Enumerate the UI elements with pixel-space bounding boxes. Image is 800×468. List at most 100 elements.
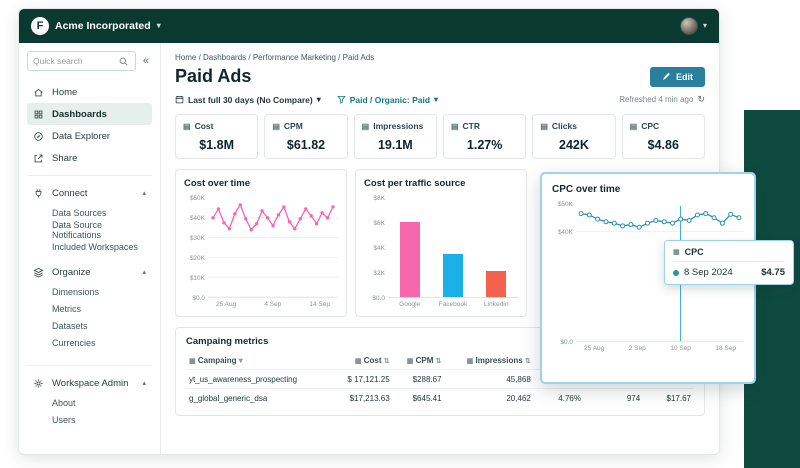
refresh-icon[interactable]: ↻ (697, 94, 705, 105)
search-icon (118, 55, 130, 67)
sidebar-section-label: Organize (52, 266, 91, 278)
cost-per-traffic-source-card: Cost per traffic source $0.0 $2K $4K $6K $8K… (355, 169, 527, 317)
table-row[interactable]: g_global_generic_dsa $17,213.63 $645.41 … (186, 388, 694, 407)
date-range-label: Last full 30 days (No Compare) (188, 94, 313, 105)
sidebar-item-label: Dimensions (52, 286, 100, 297)
home-icon (33, 86, 45, 98)
dashboards-icon (33, 108, 45, 120)
x-axis-labels: Google Facebook LinkedIn (399, 301, 509, 308)
metric-icon: ▤ (450, 121, 459, 131)
sidebar-item-dimensions[interactable]: Dimensions (27, 283, 152, 300)
kpi-value: 19.1M (377, 138, 413, 152)
sidebar-section-connect[interactable]: Connect ▴ (27, 182, 152, 204)
metric-icon: ▤ (183, 121, 191, 131)
sidebar-item-dashboards[interactable]: Dashboards (27, 103, 152, 125)
kpi-label: CPC (641, 121, 660, 131)
chevron-down-icon: ▾ (702, 21, 707, 30)
column-header-cost[interactable]: ▦ Cost ⇅ (331, 352, 392, 370)
chevron-up-icon: ▴ (142, 269, 146, 276)
paid-organic-label: Paid / Organic: Paid (349, 94, 431, 105)
kpi-card-impressions: ▤ Impressions 19.1M (353, 114, 437, 159)
search-input[interactable] (33, 56, 114, 66)
column-header-cpm[interactable]: ▦ CPM ⇅ (393, 352, 445, 370)
sidebar-collapse-button[interactable]: « (140, 55, 152, 67)
sidebar-divider (27, 175, 152, 176)
chart-title: CPC over time (552, 184, 621, 195)
sidebar-section-label: Workspace Admin (52, 377, 129, 389)
sidebar-item-data-sources[interactable]: Data Sources (27, 204, 152, 221)
cell-cpm: $645.41 (392, 388, 445, 407)
org-switcher[interactable]: F Acme Incorporated ▾ (31, 17, 161, 35)
sidebar-item-about[interactable]: About (27, 394, 152, 411)
breadcrumb[interactable]: Home / Dashboards / Performance Marketin… (175, 53, 705, 62)
avatar (679, 17, 698, 35)
kpi-label: CTR (462, 121, 481, 131)
sidebar-item-label: Data Source Notifications (52, 219, 103, 240)
y-axis-labels: $0.0 $40K $50K (557, 201, 573, 346)
column-header-campaign[interactable]: ▦ Campaing ▾ (186, 352, 331, 370)
column-icon: ▦ (189, 358, 196, 365)
metric-icon: ▦ (673, 249, 680, 256)
sidebar-item-label: Users (52, 414, 76, 425)
chevron-up-icon: ▴ (142, 190, 146, 197)
cell-campaign: g_global_generic_dsa (186, 388, 332, 407)
metric-icon: ▤ (361, 121, 370, 131)
search-box (27, 51, 136, 71)
sidebar-item-data-source-notifications[interactable]: Data Source Notifications (27, 219, 152, 240)
chevron-down-icon: ▾ (434, 94, 439, 104)
sidebar-item-share[interactable]: Share (27, 147, 152, 169)
page-title: Paid Ads (175, 66, 252, 86)
funnel-icon (337, 96, 346, 104)
sidebar-section-organize[interactable]: Organize ▴ (27, 261, 152, 283)
chart-tooltip: ▦ CPC 8 Sep 2024 $4.75 (664, 240, 794, 285)
column-header-impressions[interactable]: ▦ Impressions ⇅ (445, 352, 534, 370)
column-icon: ▦ (406, 358, 414, 365)
kpi-value: $61.82 (286, 138, 326, 152)
cell-cpm: $288.67 (392, 369, 445, 389)
bar-google[interactable] (399, 221, 420, 297)
sidebar-item-included-workspaces[interactable]: Included Workspaces (27, 238, 152, 255)
kpi-card-ctr: ▤ CTR 1.27% (442, 114, 527, 159)
date-range-filter[interactable]: Last full 30 days (No Compare) ▾ (175, 95, 321, 105)
chart-title: Cost per traffic source (364, 178, 466, 189)
chevron-down-icon: ▾ (156, 21, 161, 30)
kpi-label: Cost (194, 121, 214, 131)
tooltip-series-label: CPC (684, 247, 704, 257)
chevron-down-icon: ▾ (238, 356, 243, 365)
cell-cost: $ 17,121.25 (331, 369, 393, 389)
cell-cpc: $17.67 (643, 388, 694, 407)
sidebar-item-currencies[interactable]: Currencies (27, 334, 152, 351)
chevron-up-icon: ▴ (142, 380, 146, 387)
cell-cost: $17,213.63 (331, 388, 393, 407)
kpi-card-clicks: ▤ Clicks 242K (532, 114, 616, 159)
bar-linkedin[interactable] (486, 271, 507, 297)
user-menu[interactable]: ▾ (679, 17, 707, 35)
sidebar-item-datasets[interactable]: Datasets (27, 317, 152, 334)
kpi-value: $1.8M (199, 138, 235, 152)
paid-organic-filter[interactable]: Paid / Organic: Paid ▾ (337, 95, 438, 105)
refreshed-label: Refreshed 4 min ago (619, 95, 694, 104)
sidebar-item-metrics[interactable]: Metrics (27, 300, 152, 317)
cell-impressions: 20,462 (444, 388, 534, 407)
sidebar-item-label: Dashboards (52, 108, 107, 120)
refreshed-status: Refreshed 4 min ago ↻ (619, 94, 705, 105)
column-icon: ▦ (466, 358, 474, 365)
kpi-card-cpm: ▤ CPM $61.82 (264, 114, 348, 159)
org-name: Acme Incorporated (55, 20, 151, 32)
sidebar-divider (27, 365, 152, 366)
sidebar-item-home[interactable]: Home (27, 81, 152, 103)
metric-icon: ▤ (629, 121, 638, 131)
cost-per-traffic-source-chart[interactable] (388, 198, 518, 298)
sidebar-item-data-explorer[interactable]: Data Explorer (27, 125, 152, 147)
sidebar-section-workspace-admin[interactable]: Workspace Admin ▴ (27, 372, 152, 394)
tooltip-date: 8 Sep 2024 (684, 267, 733, 278)
bar-facebook[interactable] (442, 253, 463, 297)
chart-title: Cost over time (184, 178, 250, 189)
y-axis-labels: $0.0 $2K $4K $6K $8K (372, 195, 385, 302)
cost-over-time-chart[interactable] (208, 198, 338, 298)
sidebar-item-label: Datasets (52, 320, 88, 331)
edit-button[interactable]: Edit (650, 66, 705, 87)
y-axis-labels: $0.0 $10K $20K $30K $40K $50K (189, 195, 205, 302)
sidebar-section-label: Connect (52, 187, 88, 199)
sidebar-item-users[interactable]: Users (27, 411, 152, 428)
